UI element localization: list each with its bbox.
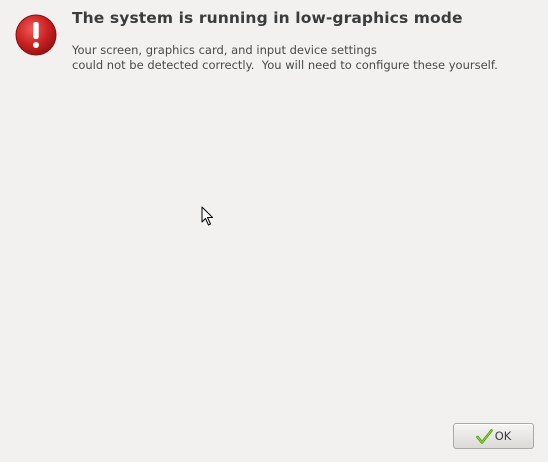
low-graphics-dialog: The system is running in low-graphics mo…	[0, 0, 548, 462]
check-icon	[475, 428, 493, 444]
error-icon	[15, 14, 57, 56]
ok-button[interactable]: OK	[453, 423, 534, 449]
ok-button-label: OK	[494, 429, 512, 443]
mouse-pointer-icon	[201, 206, 213, 226]
dialog-message: Your screen, graphics card, and input de…	[72, 43, 498, 72]
dialog-title: The system is running in low-graphics mo…	[72, 9, 463, 27]
